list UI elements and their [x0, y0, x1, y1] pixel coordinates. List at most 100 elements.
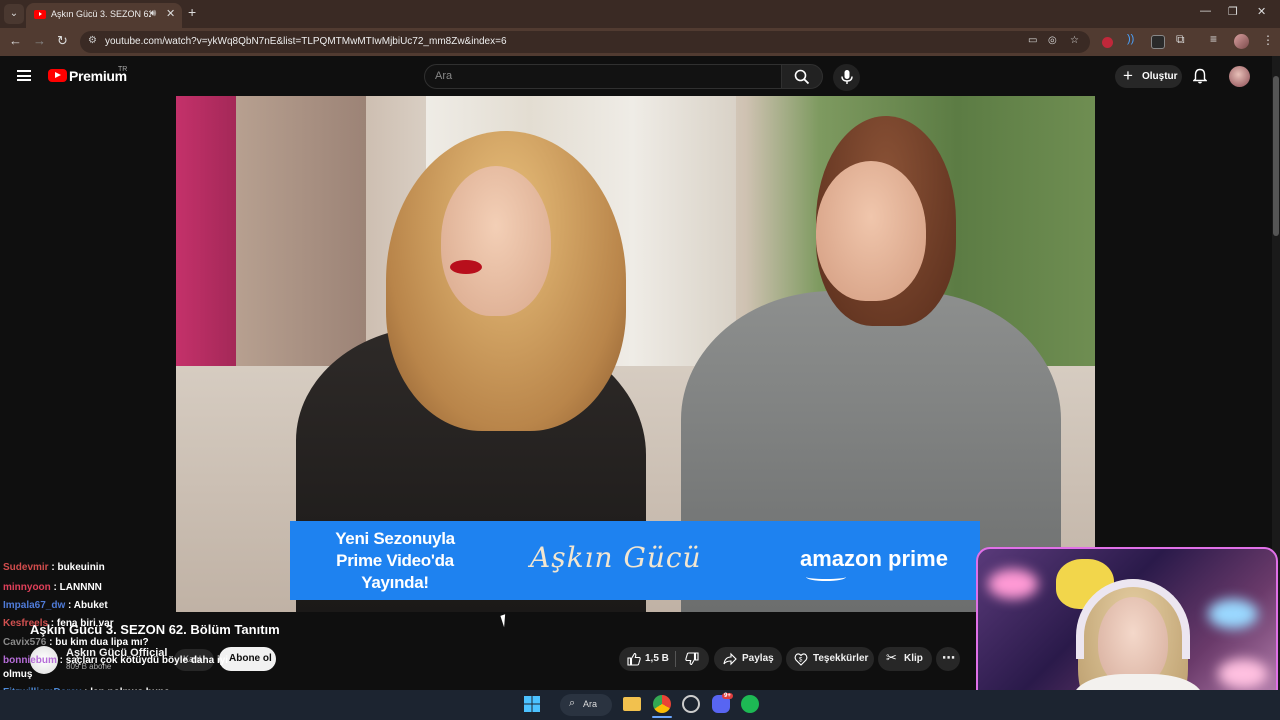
spotify-icon[interactable]	[741, 695, 759, 713]
ad-line-3: Yayında!	[361, 573, 429, 592]
ad-text-block: Yeni Sezonuyla Prime Video'da Yayında!	[320, 528, 470, 594]
search-placeholder: Ara	[435, 70, 453, 82]
create-button[interactable]: + Oluştur	[1115, 65, 1182, 88]
active-app-indicator	[652, 716, 672, 718]
chat-text: Abuket	[73, 600, 108, 611]
clip-label: Klip	[904, 653, 923, 664]
tab-close-icon[interactable]: ✕	[166, 7, 175, 20]
address-bar[interactable]: ⚙ youtube.com/watch?v=ykWq8QbN7nE&list=T…	[80, 31, 1090, 53]
share-arrow-icon	[723, 652, 737, 666]
region-code: TR	[118, 66, 128, 73]
thumbs-up-icon[interactable]	[627, 652, 641, 666]
like-dislike-group: 1,5 B	[619, 647, 709, 671]
share-label: Paylaş	[742, 653, 774, 664]
thumbs-down-icon[interactable]	[685, 652, 699, 666]
mouse-cursor-icon	[500, 612, 514, 628]
chat-text: olmuş	[3, 669, 33, 680]
browser-tab-active[interactable]: Aşkın Gücü 3. SEZON 62. Bölüm 🔊︎ ✕	[26, 3, 182, 28]
reload-icon[interactable]: ↻	[57, 33, 68, 49]
youtube-logo-icon[interactable]	[48, 69, 67, 82]
eye-off-icon[interactable]: ◎	[1048, 35, 1057, 46]
chat-text: LANNNN	[59, 582, 102, 593]
chat-message: Impala67_dw : Abuket	[3, 600, 108, 611]
windows-start-icon[interactable]	[523, 695, 541, 713]
askin-gucu-logo: Aşkın Gücü	[530, 541, 702, 574]
chat-message: Sudevmir : bukeuinin	[3, 562, 105, 573]
voice-search-button[interactable]	[833, 64, 860, 91]
tab-audio-icon[interactable]: 🔊︎	[150, 8, 156, 19]
chat-user: minnyoon	[3, 582, 51, 593]
minimize-button[interactable]: —	[1200, 5, 1211, 17]
amazon-prime-logo: amazon prime	[800, 546, 948, 571]
close-window-button[interactable]: ✕	[1257, 5, 1266, 18]
bookmark-star-icon[interactable]: ☆	[1070, 35, 1079, 46]
chrome-icon[interactable]	[653, 695, 671, 713]
video-person-left-face	[441, 166, 551, 316]
webcam-light-blue	[1208, 599, 1258, 629]
chat-user: Kesfreels	[3, 618, 49, 629]
search-input[interactable]: Ara	[424, 64, 782, 89]
chat-message: Cavix576 : bu kim dua lipa mı?	[3, 637, 149, 648]
discord-badge: 9+	[722, 693, 733, 699]
browser-profile-avatar[interactable]	[1234, 34, 1249, 49]
chat-text: fena biri var	[56, 618, 114, 629]
thanks-heart-icon: $	[794, 653, 808, 666]
extensions-puzzle-icon[interactable]: ⧉	[1176, 32, 1190, 46]
browser-menu-icon[interactable]: ⋮	[1262, 33, 1274, 47]
like-divider	[675, 651, 676, 667]
taskbar-search[interactable]: ⌕ Ara	[560, 694, 612, 716]
webcam-light-pink	[988, 569, 1038, 599]
url-text[interactable]: youtube.com/watch?v=ykWq8QbN7nE&list=TLP…	[105, 36, 507, 47]
github-icon[interactable]	[682, 695, 700, 713]
youtube-favicon-icon	[34, 10, 46, 19]
more-actions-button[interactable]: ⋯	[936, 647, 960, 671]
chat-message: Kesfreels : fena biri var	[3, 618, 114, 629]
search-button[interactable]	[781, 64, 823, 89]
new-tab-button[interactable]: +	[188, 4, 196, 20]
thanks-label: Teşekkürler	[813, 653, 869, 664]
clip-button[interactable]: ✂ Klip	[878, 647, 932, 671]
plus-icon: +	[1123, 66, 1133, 85]
video-person-left-lips	[450, 260, 482, 274]
site-info-icon[interactable]: ⚙	[88, 35, 97, 46]
chat-user: Impala67_dw	[3, 600, 66, 611]
chat-text: bukeuinin	[57, 562, 105, 573]
chat-user: Sudevmir	[3, 562, 49, 573]
file-explorer-icon[interactable]	[623, 697, 641, 711]
share-button[interactable]: Paylaş	[714, 647, 782, 671]
ad-line-1: Yeni Sezonuyla	[335, 529, 455, 548]
forward-arrow-icon[interactable]: →	[33, 33, 46, 48]
chat-message-continued: olmuş	[3, 669, 32, 680]
chat-message: minnyoon : LANNNN	[3, 582, 102, 593]
taskbar-search-label: Ara	[583, 699, 598, 709]
scrollbar-thumb[interactable]	[1273, 76, 1279, 236]
subscribe-label: Abone ol	[229, 653, 272, 664]
media-controls-icon[interactable]: ≡	[1210, 32, 1224, 46]
thanks-button[interactable]: $ Teşekkürler	[786, 647, 874, 671]
chat-user: Cavix576	[3, 637, 47, 648]
svg-text:$: $	[799, 658, 803, 664]
back-arrow-icon[interactable]: ←	[9, 33, 22, 48]
restore-button[interactable]: ❐	[1228, 5, 1238, 18]
create-label: Oluştur	[1142, 71, 1178, 82]
chat-message: bonniebum : saçları çok kötüydü böyle da…	[3, 655, 229, 666]
extension-red-icon[interactable]	[1102, 37, 1113, 48]
scissors-icon: ✂	[886, 650, 897, 665]
account-avatar[interactable]	[1229, 66, 1250, 87]
notifications-bell-icon[interactable]	[1192, 68, 1208, 89]
chat-text: saçları çok kötüydü böyle daha iyi	[65, 655, 229, 666]
prime-video-ad-banner: Yeni Sezonuyla Prime Video'da Yayında! A…	[290, 521, 980, 600]
tab-search-button[interactable]: ⌄	[4, 4, 24, 24]
video-person-right-face	[816, 161, 926, 301]
extension-box-icon[interactable]	[1151, 35, 1165, 49]
extension-audio-icon[interactable]: ))	[1127, 33, 1141, 47]
browser-toolbar: ← → ↻ ⚙ youtube.com/watch?v=ykWq8QbN7nE&…	[0, 28, 1280, 56]
tab-title: Aşkın Gücü 3. SEZON 62. Bölüm	[51, 9, 151, 19]
like-count[interactable]: 1,5 B	[645, 653, 669, 664]
webcam-light-lightpink	[1218, 659, 1268, 689]
cast-icon[interactable]: ▭	[1028, 35, 1037, 46]
chat-text: bu kim dua lipa mı?	[55, 637, 149, 648]
search-icon	[794, 69, 810, 85]
browser-tab-bar: ⌄ Aşkın Gücü 3. SEZON 62. Bölüm 🔊︎ ✕ + —…	[0, 0, 1280, 28]
menu-hamburger-icon[interactable]	[17, 70, 31, 81]
